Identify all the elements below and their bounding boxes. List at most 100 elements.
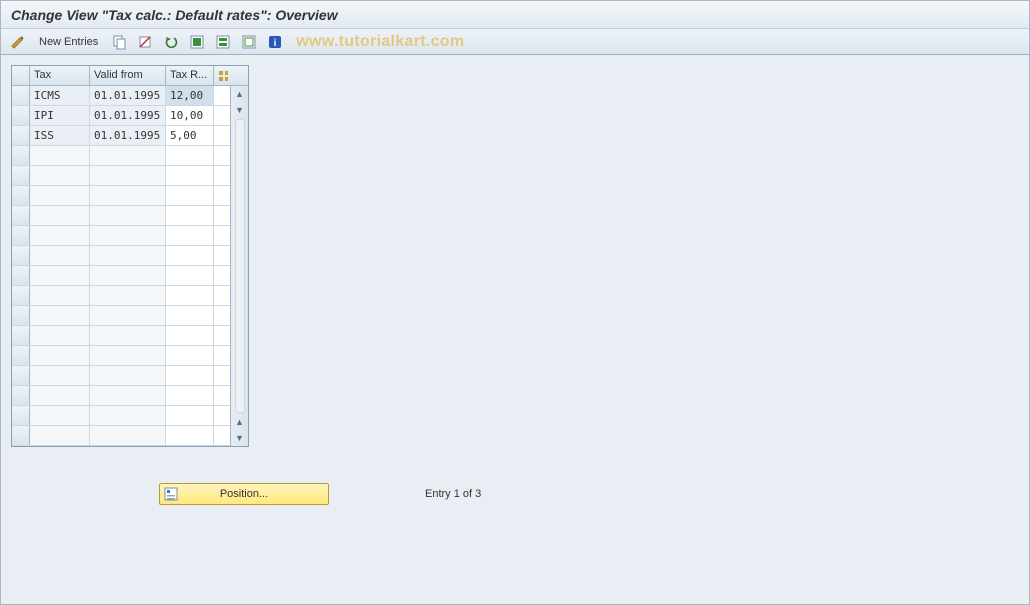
- table-row: ISS01.01.19955,00: [12, 126, 230, 146]
- cell-tax[interactable]: IPI: [30, 106, 90, 125]
- row-selector[interactable]: [12, 126, 30, 145]
- table-row: [12, 226, 230, 246]
- row-selector[interactable]: [12, 226, 30, 245]
- cell-tax-rate[interactable]: [166, 346, 214, 365]
- copy-icon[interactable]: [108, 32, 130, 52]
- row-selector[interactable]: [12, 386, 30, 405]
- undo-icon[interactable]: [160, 32, 182, 52]
- cell-valid-from[interactable]: [90, 286, 166, 305]
- row-selector[interactable]: [12, 306, 30, 325]
- header-tax-rate[interactable]: Tax R...: [166, 66, 214, 85]
- cell-tax-rate[interactable]: [166, 286, 214, 305]
- row-selector[interactable]: [12, 426, 30, 445]
- info-icon[interactable]: i: [264, 32, 286, 52]
- cell-tax[interactable]: [30, 306, 90, 325]
- scroll-up-icon[interactable]: ▲: [232, 86, 248, 102]
- cell-tax[interactable]: [30, 386, 90, 405]
- page-title: Change View "Tax calc.: Default rates": …: [11, 7, 338, 23]
- cell-valid-from[interactable]: [90, 426, 166, 445]
- scroll-track[interactable]: [235, 119, 245, 413]
- position-button[interactable]: Position...: [159, 483, 329, 505]
- cell-tax[interactable]: [30, 406, 90, 425]
- cell-valid-from[interactable]: [90, 386, 166, 405]
- cell-tax-rate[interactable]: [166, 426, 214, 445]
- cell-tax[interactable]: [30, 346, 90, 365]
- cell-tax-rate[interactable]: [166, 366, 214, 385]
- cell-tax[interactable]: [30, 426, 90, 445]
- scroll-down-small-icon[interactable]: ▼: [232, 102, 248, 118]
- cell-tax-rate[interactable]: 5,00: [166, 126, 214, 145]
- cell-tax-rate[interactable]: [166, 186, 214, 205]
- row-selector[interactable]: [12, 106, 30, 125]
- row-selector[interactable]: [12, 366, 30, 385]
- cell-valid-from[interactable]: 01.01.1995: [90, 106, 166, 125]
- cell-valid-from[interactable]: [90, 306, 166, 325]
- cell-tax[interactable]: [30, 366, 90, 385]
- cell-valid-from[interactable]: [90, 206, 166, 225]
- row-selector[interactable]: [12, 186, 30, 205]
- cell-valid-from[interactable]: 01.01.1995: [90, 86, 166, 105]
- watermark-text: www.tutorialkart.com: [296, 33, 464, 51]
- cell-tax-rate[interactable]: [166, 146, 214, 165]
- cell-valid-from[interactable]: [90, 246, 166, 265]
- cell-valid-from[interactable]: [90, 186, 166, 205]
- row-selector[interactable]: [12, 86, 30, 105]
- header-tax[interactable]: Tax: [30, 66, 90, 85]
- row-selector[interactable]: [12, 406, 30, 425]
- cell-tax-rate[interactable]: [166, 406, 214, 425]
- cell-tax-rate[interactable]: 12,00: [166, 86, 214, 105]
- cell-tax[interactable]: ICMS: [30, 86, 90, 105]
- cell-tax-rate[interactable]: [166, 246, 214, 265]
- cell-valid-from[interactable]: [90, 146, 166, 165]
- table-row: [12, 406, 230, 426]
- row-selector[interactable]: [12, 266, 30, 285]
- cell-tax-rate[interactable]: [166, 386, 214, 405]
- cell-valid-from[interactable]: [90, 266, 166, 285]
- cell-valid-from[interactable]: [90, 326, 166, 345]
- row-selector[interactable]: [12, 146, 30, 165]
- cell-tax-rate[interactable]: [166, 206, 214, 225]
- row-selector[interactable]: [12, 286, 30, 305]
- select-block-icon[interactable]: [212, 32, 234, 52]
- header-row-selector[interactable]: [12, 66, 30, 85]
- cell-tax-rate[interactable]: [166, 226, 214, 245]
- row-selector[interactable]: [12, 326, 30, 345]
- cell-tax[interactable]: [30, 326, 90, 345]
- cell-tax-rate[interactable]: [166, 166, 214, 185]
- cell-tax[interactable]: [30, 226, 90, 245]
- toolbar: New Entries i www.tutorialkart.com: [1, 29, 1029, 55]
- scroll-up-small-icon[interactable]: ▲: [232, 414, 248, 430]
- cell-valid-from[interactable]: [90, 166, 166, 185]
- cell-tax[interactable]: [30, 206, 90, 225]
- cell-tax[interactable]: [30, 186, 90, 205]
- new-entries-button[interactable]: New Entries: [33, 32, 104, 52]
- cell-tax[interactable]: [30, 246, 90, 265]
- cell-tax-rate[interactable]: [166, 266, 214, 285]
- cell-tax[interactable]: [30, 286, 90, 305]
- cell-tax[interactable]: [30, 266, 90, 285]
- cell-tax-rate[interactable]: 10,00: [166, 106, 214, 125]
- cell-valid-from[interactable]: [90, 346, 166, 365]
- deselect-all-icon[interactable]: [238, 32, 260, 52]
- cell-tax-rate[interactable]: [166, 306, 214, 325]
- table-header: Tax Valid from Tax R...: [12, 66, 248, 86]
- row-selector[interactable]: [12, 346, 30, 365]
- header-valid-from[interactable]: Valid from: [90, 66, 166, 85]
- row-selector[interactable]: [12, 246, 30, 265]
- cell-valid-from[interactable]: [90, 366, 166, 385]
- cell-tax[interactable]: ISS: [30, 126, 90, 145]
- cell-valid-from[interactable]: 01.01.1995: [90, 126, 166, 145]
- cell-tax[interactable]: [30, 146, 90, 165]
- vertical-scrollbar[interactable]: ▲ ▼ ▲ ▼: [230, 86, 248, 446]
- row-selector[interactable]: [12, 166, 30, 185]
- cell-valid-from[interactable]: [90, 406, 166, 425]
- cell-valid-from[interactable]: [90, 226, 166, 245]
- cell-tax[interactable]: [30, 166, 90, 185]
- table-config-icon[interactable]: [214, 66, 232, 85]
- select-all-icon[interactable]: [186, 32, 208, 52]
- cell-tax-rate[interactable]: [166, 326, 214, 345]
- change-display-icon[interactable]: [7, 32, 29, 52]
- scroll-down-icon[interactable]: ▼: [232, 430, 248, 446]
- row-selector[interactable]: [12, 206, 30, 225]
- delete-icon[interactable]: [134, 32, 156, 52]
